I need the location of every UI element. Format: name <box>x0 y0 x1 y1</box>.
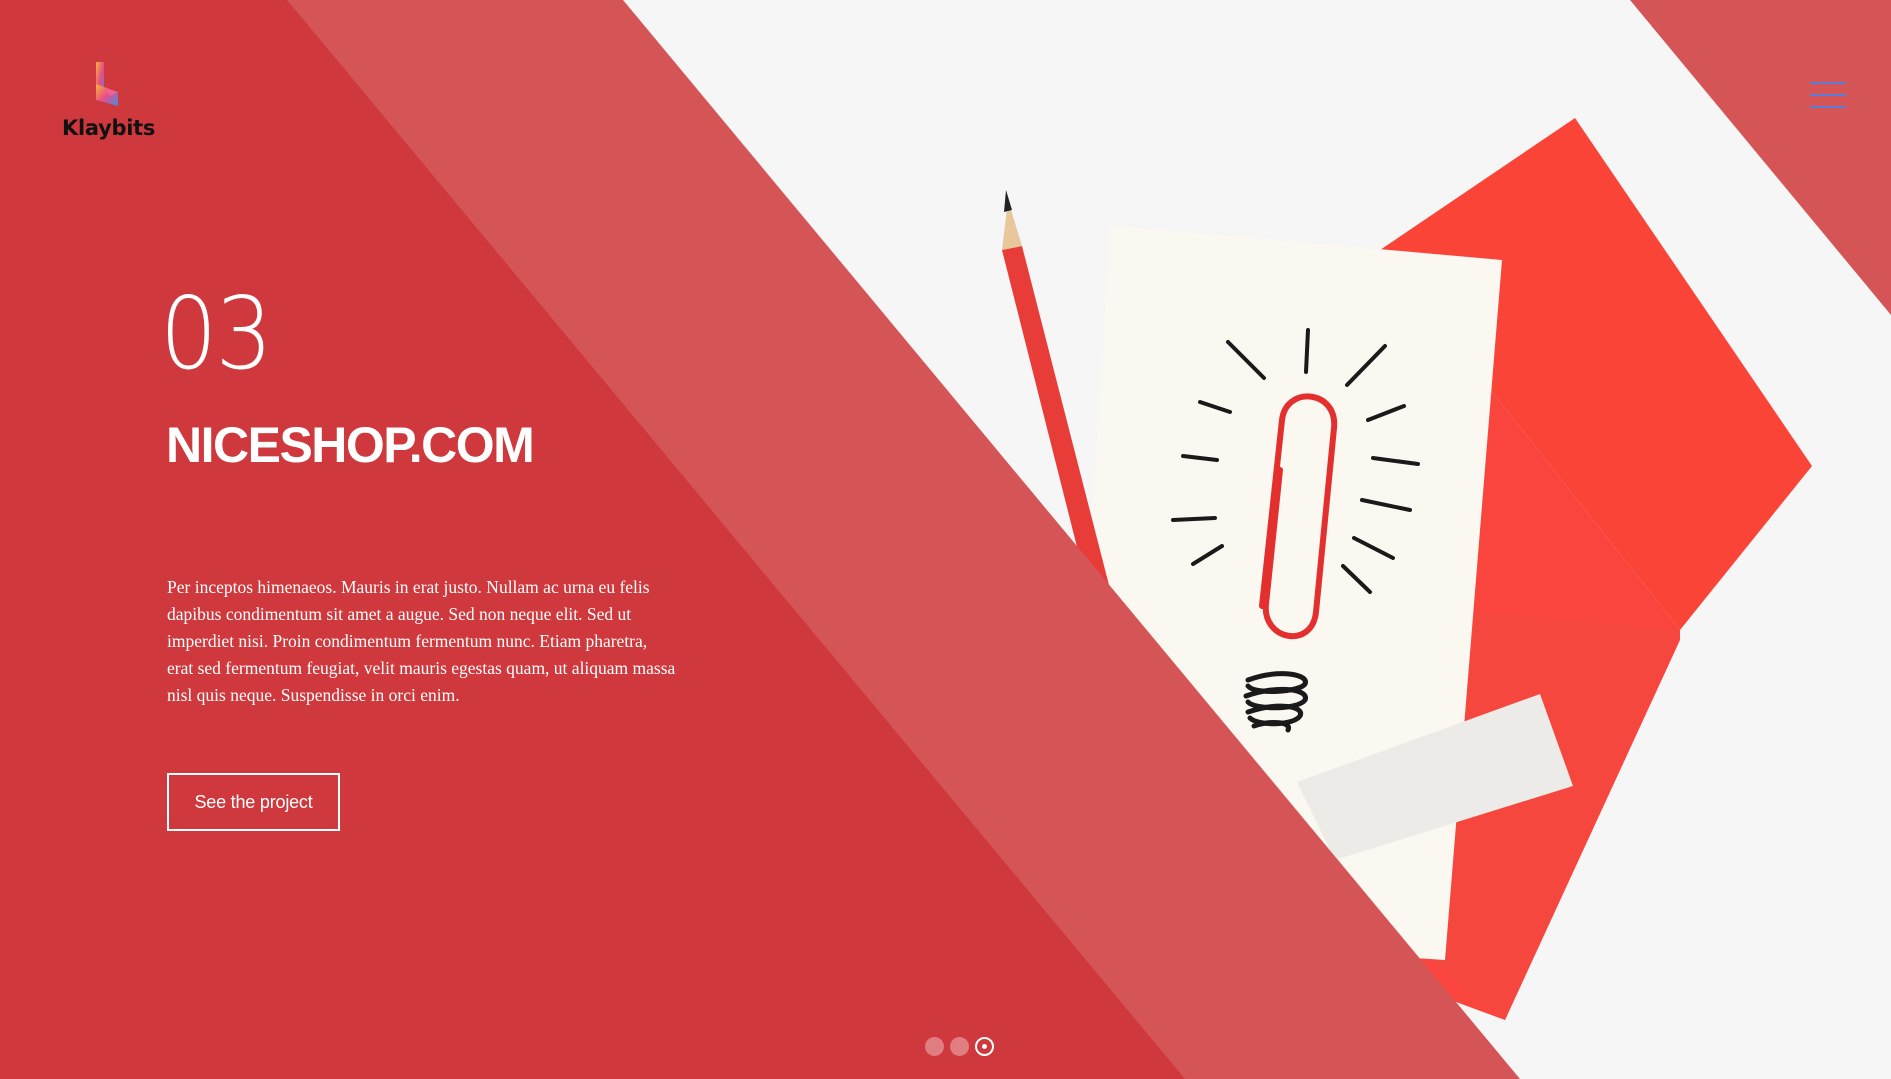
slide-description: Per inceptos himenaeos. Mauris in erat j… <box>167 577 676 705</box>
hamburger-menu-icon <box>1806 80 1846 110</box>
see-project-button[interactable]: See the project <box>167 773 340 831</box>
pagination-dot-1[interactable] <box>925 1037 944 1056</box>
klaybits-logo-icon <box>96 62 118 106</box>
slide-title: NICESHOP.COM <box>166 417 535 473</box>
slide-number-text: 03 <box>160 275 273 392</box>
slide-number: 03 <box>160 284 283 384</box>
pagination-dot-3-active[interactable] <box>975 1037 994 1056</box>
brand-logo[interactable]: Klaybits <box>62 62 156 146</box>
pagination-dot-2[interactable] <box>950 1037 969 1056</box>
hero-slider: Klaybits 03 NICESHOP.COM Per inceptos hi… <box>0 0 1891 1079</box>
menu-button[interactable] <box>1806 80 1846 110</box>
hero-background <box>0 0 1891 1079</box>
brand-name: Klaybits <box>62 116 156 140</box>
